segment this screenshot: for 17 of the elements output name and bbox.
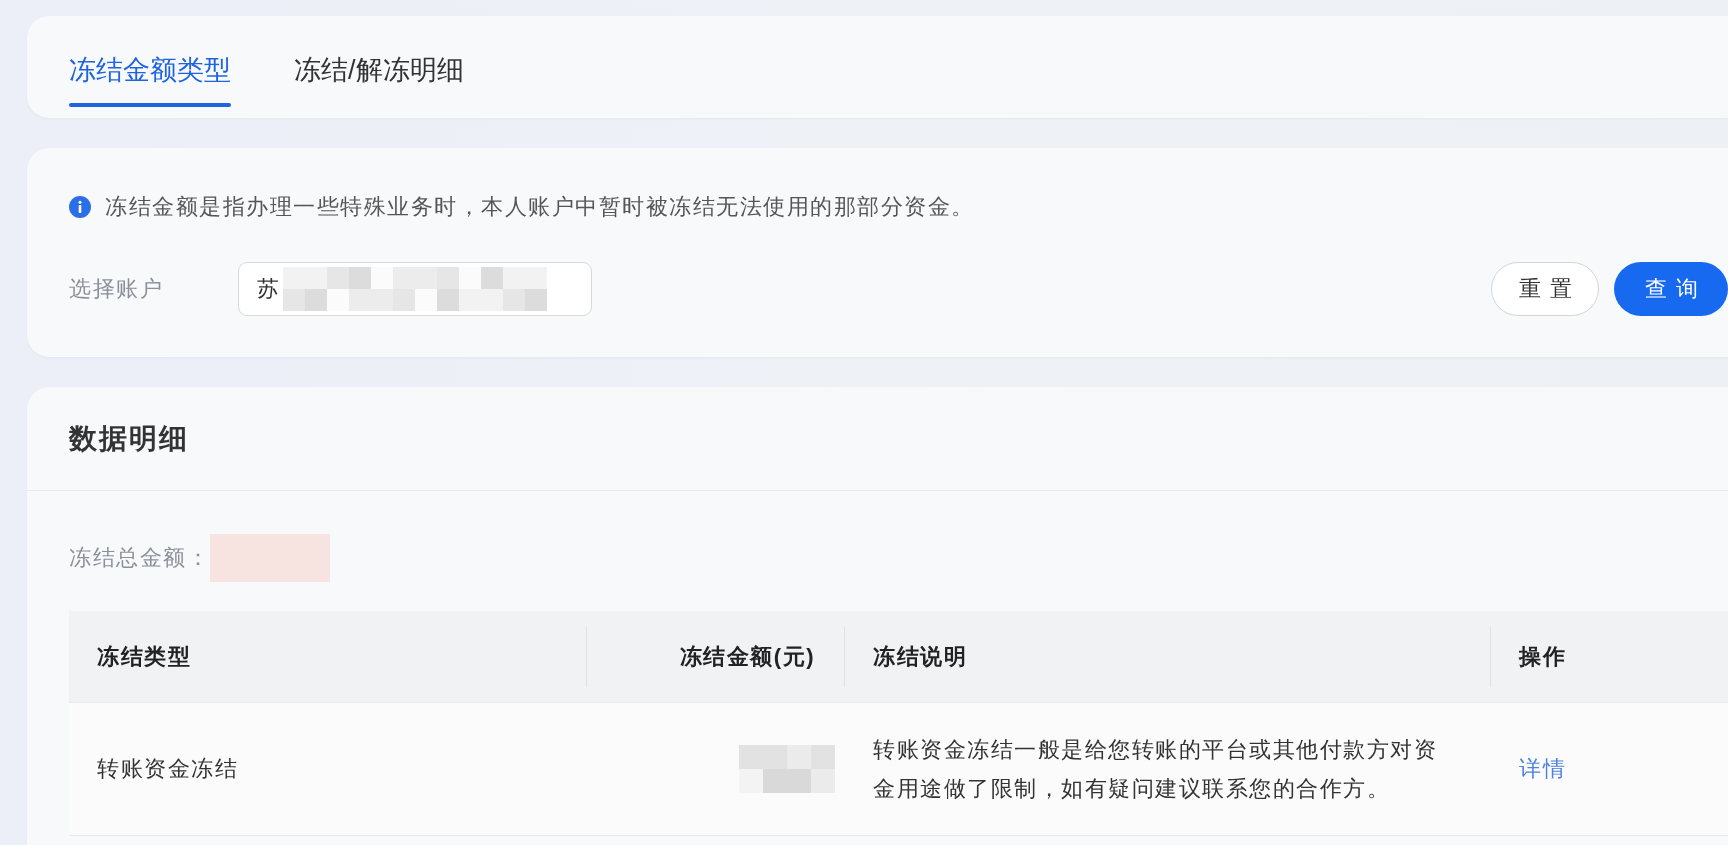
column-header: 冻结类型 xyxy=(69,611,587,703)
query-button[interactable]: 查询 xyxy=(1614,262,1728,316)
notice-text: 冻结金额是指办理一些特殊业务时，本人账户中暂时被冻结无法使用的那部分资金。 xyxy=(105,193,975,221)
details-link[interactable]: 详情 xyxy=(1519,754,1566,784)
section-title: 数据明细 xyxy=(69,421,189,456)
reset-button[interactable]: 重置 xyxy=(1491,262,1599,316)
tab[interactable]: 冻结/解冻明细 xyxy=(294,16,464,107)
column-header: 冻结金额(元) xyxy=(587,611,845,703)
table-cell-text: 转账资金冻结 xyxy=(97,755,238,783)
column-header: 冻结说明 xyxy=(845,611,1491,703)
account-select[interactable]: 苏 xyxy=(238,262,592,316)
field-label: 选择账户 xyxy=(69,275,164,303)
info-icon xyxy=(69,196,91,218)
tab[interactable]: 冻结金额类型 xyxy=(69,16,231,107)
total-label: 冻结总金额： xyxy=(69,544,210,572)
column-header: 操作 xyxy=(1491,611,1728,703)
table-cell-text: 转账资金冻结一般是给您转账的平台或其他付款方对资金用途做了限制，如有疑问建议联系您的合作方。 xyxy=(873,736,1438,803)
